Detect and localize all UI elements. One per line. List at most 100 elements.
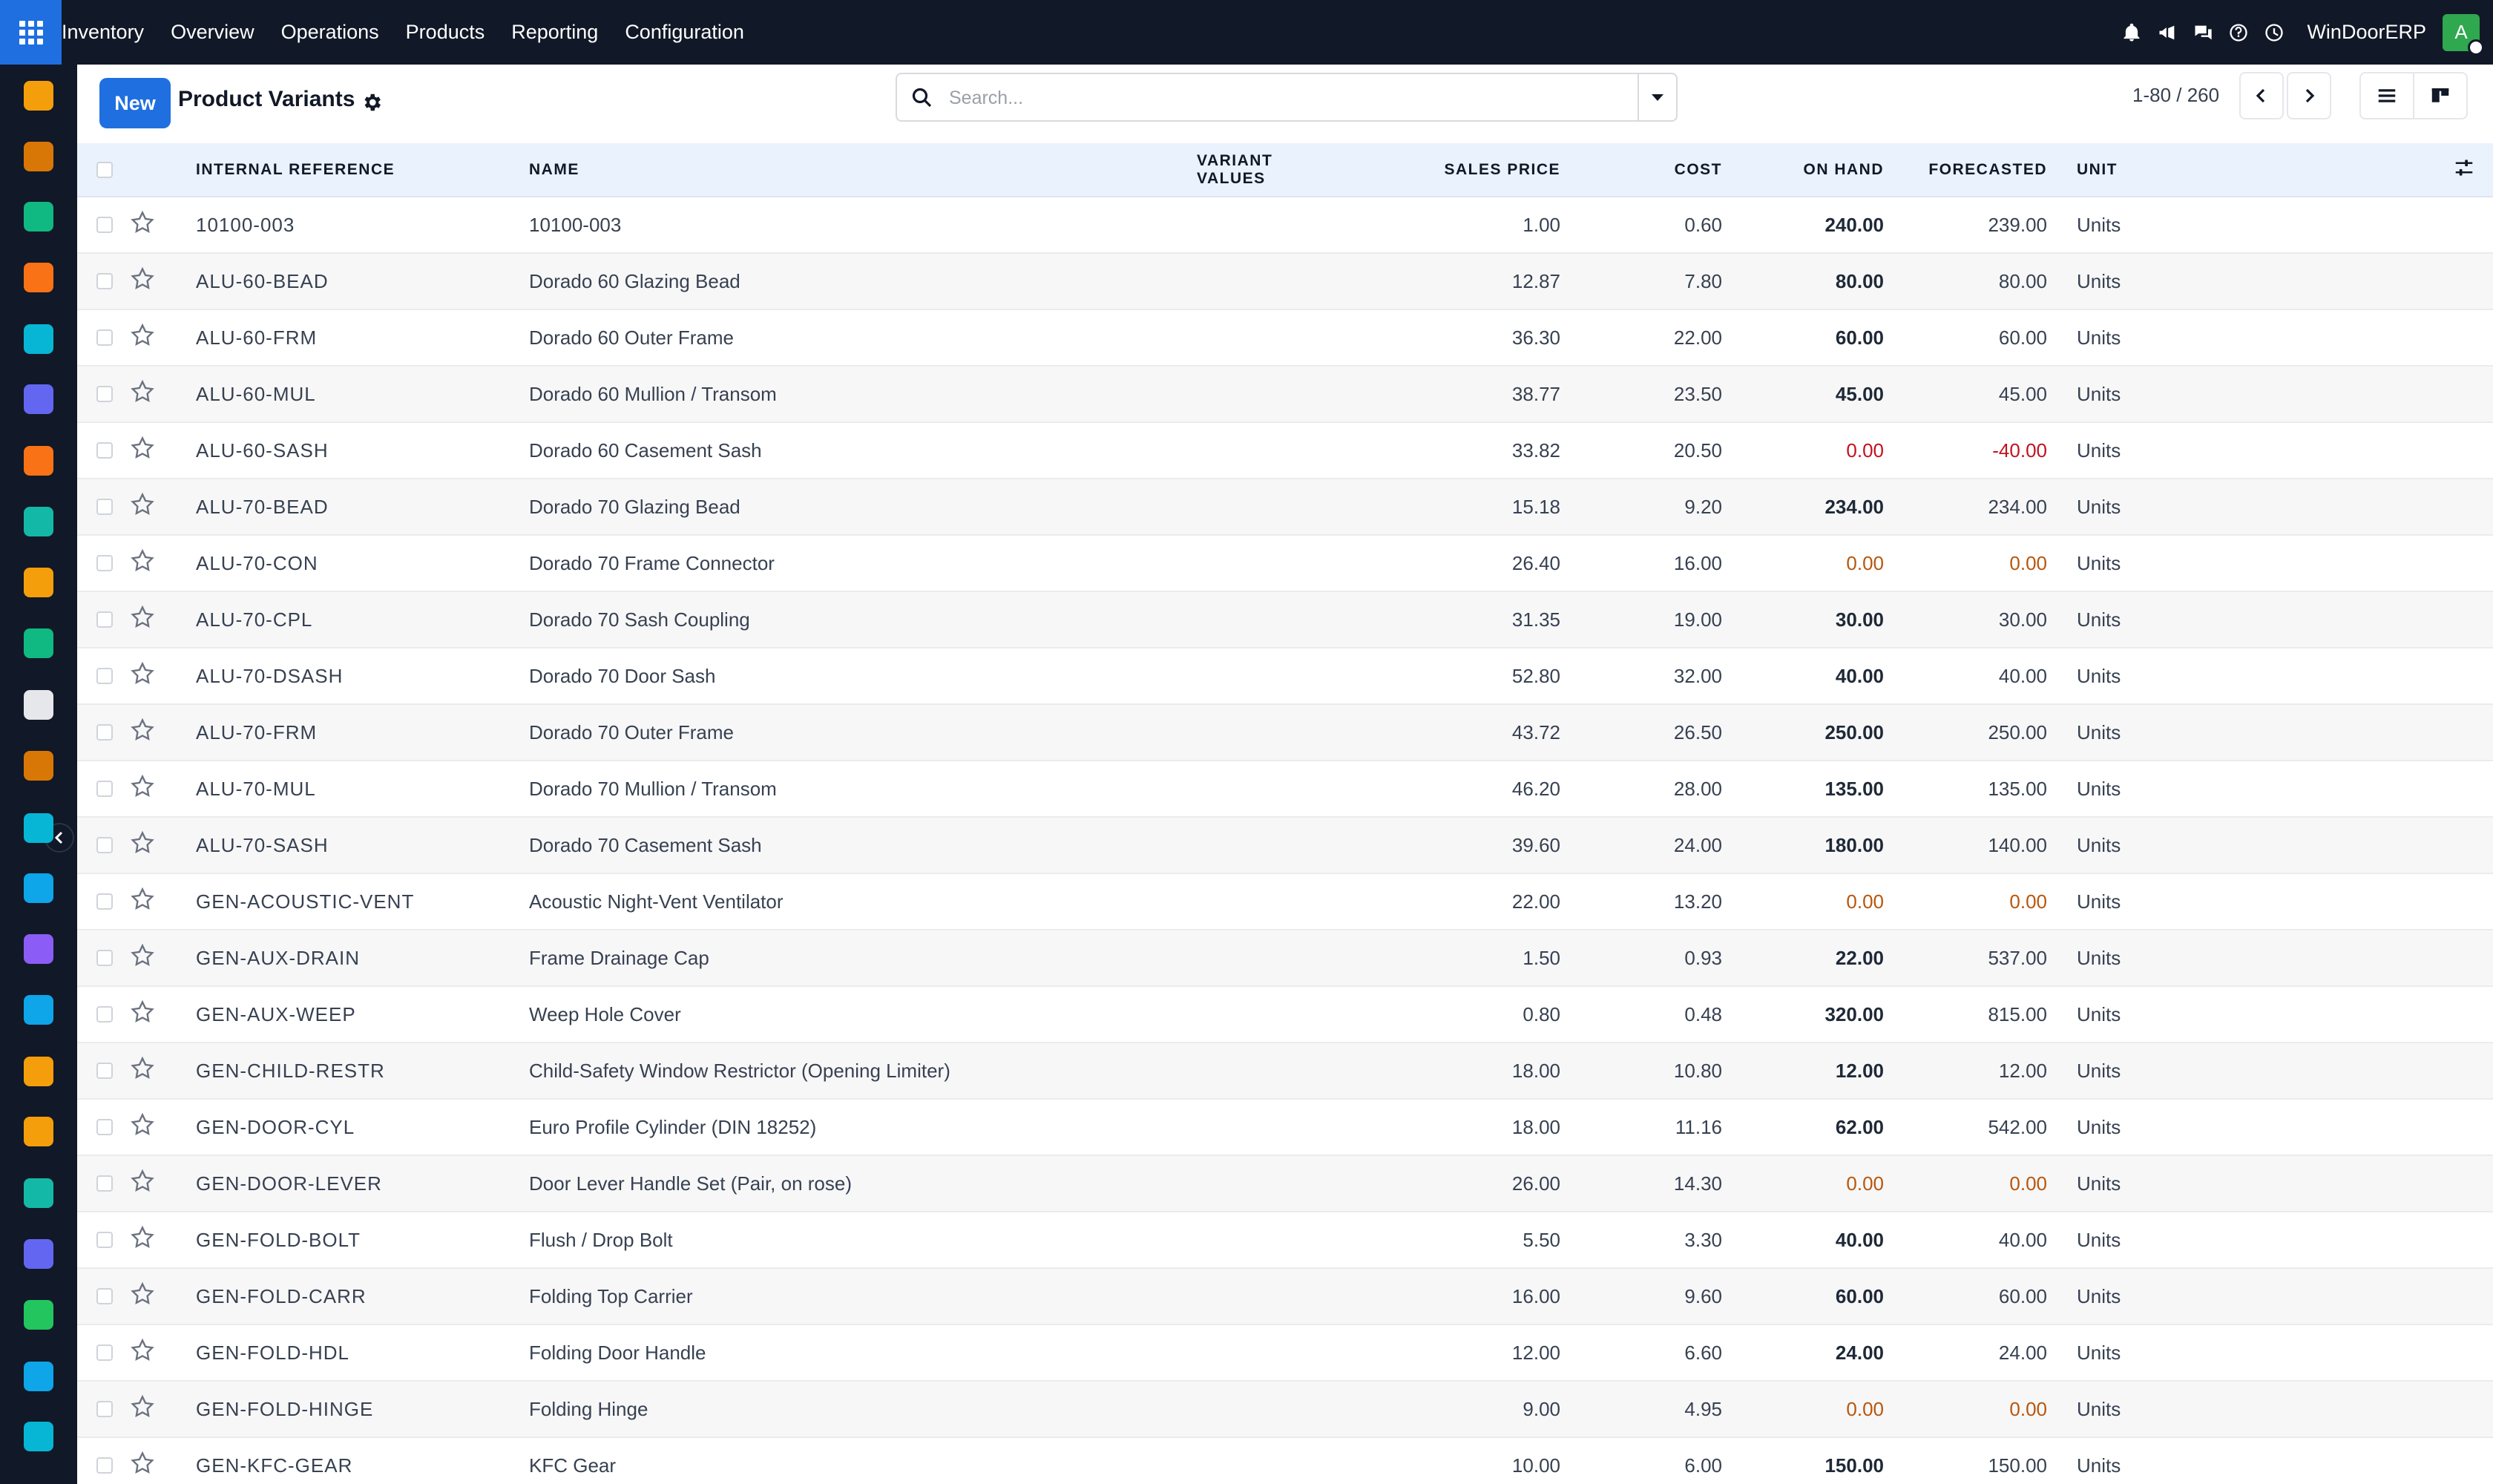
row-select-cell[interactable] [77,535,122,591]
star-icon[interactable] [129,605,156,635]
table-row[interactable]: ALU-60-BEAD Dorado 60 Glazing Bead 12.87 7.… [77,253,2493,309]
row-checkbox[interactable] [96,724,113,741]
row-select-cell[interactable] [77,1381,122,1437]
star-icon[interactable] [129,887,156,917]
contacts-icon[interactable] [24,202,53,232]
purchase-icon[interactable] [24,507,53,536]
row-select-cell[interactable] [77,1212,122,1268]
favorite-cell[interactable] [122,1324,188,1381]
column-internal-reference[interactable]: INTERNAL REFERENCE [188,143,522,197]
gear-icon[interactable] [361,91,383,114]
pager-value[interactable]: 1-80 / 260 [2132,84,2219,107]
table-row[interactable]: ALU-60-FRM Dorado 60 Outer Frame 36.30 22.0… [77,309,2493,366]
table-row[interactable]: 10100-003 10100-003 1.00 0.60 240.00 239.00 Un… [77,197,2493,253]
star-icon[interactable] [129,379,156,410]
apps-menu-button[interactable] [0,0,62,65]
row-checkbox[interactable] [96,1063,113,1079]
row-checkbox[interactable] [96,1119,113,1135]
discuss-icon[interactable] [24,263,53,292]
pager-next-button[interactable] [2287,72,2331,119]
table-row[interactable]: GEN-FOLD-CARR Folding Top Carrier 16.00 9.6… [77,1268,2493,1324]
star-icon[interactable] [129,548,156,579]
favorite-cell[interactable] [122,648,188,704]
table-row[interactable]: ALU-70-DSASH Dorado 70 Door Sash 52.80 32.0… [77,648,2493,704]
favorite-cell[interactable] [122,761,188,817]
favorite-cell[interactable] [122,591,188,648]
timer-icon[interactable] [24,1362,53,1391]
row-select-cell[interactable] [77,648,122,704]
row-checkbox[interactable] [96,273,113,289]
row-checkbox[interactable] [96,329,113,346]
favorite-cell[interactable] [122,704,188,761]
select-all-cell[interactable] [77,143,122,197]
help-icon[interactable] [2222,16,2255,49]
row-select-cell[interactable] [77,1155,122,1212]
favorite-cell[interactable] [122,817,188,873]
row-checkbox[interactable] [96,668,113,684]
knowledge-icon[interactable] [24,873,53,903]
favorite-cell[interactable] [122,1043,188,1099]
row-checkbox[interactable] [96,1345,113,1361]
row-select-cell[interactable] [77,1043,122,1099]
livechat-icon[interactable] [24,446,53,476]
sign-icon[interactable] [24,1178,53,1208]
column-unit[interactable]: UNIT [2054,143,2203,197]
table-row[interactable]: ALU-70-BEAD Dorado 70 Glazing Bead 15.18 9.… [77,479,2493,535]
search-options-toggle[interactable] [1638,74,1676,120]
row-checkbox[interactable] [96,950,113,966]
row-select-cell[interactable] [77,253,122,309]
star-icon[interactable] [129,492,156,522]
select-all-checkbox[interactable] [96,161,113,178]
star-icon[interactable] [129,1169,156,1199]
favorite-cell[interactable] [122,422,188,479]
row-checkbox[interactable] [96,386,113,402]
row-select-cell[interactable] [77,1268,122,1324]
pager-previous-button[interactable] [2239,72,2284,119]
star-icon[interactable] [129,1394,156,1425]
website-icon[interactable] [24,324,53,354]
row-select-cell[interactable] [77,1324,122,1381]
company-switcher[interactable]: WinDoorERP [2307,21,2426,44]
calendar-icon[interactable] [24,1117,53,1146]
table-row[interactable]: GEN-AUX-DRAIN Frame Drainage Cap 1.50 0.93 2… [77,930,2493,986]
star-icon[interactable] [129,210,156,240]
table-row[interactable]: GEN-ACOUSTIC-VENT Acoustic Night-Vent Ven… [77,873,2493,930]
kanban-view-button[interactable] [2413,72,2468,119]
favorite-cell[interactable] [122,535,188,591]
row-select-cell[interactable] [77,422,122,479]
row-select-cell[interactable] [77,986,122,1043]
favorite-cell[interactable] [122,253,188,309]
row-select-cell[interactable] [77,197,122,253]
new-button[interactable]: New [99,78,171,128]
favorite-cell[interactable] [122,930,188,986]
optional-columns-toggle[interactable] [2203,143,2493,197]
star-icon[interactable] [129,718,156,748]
row-select-cell[interactable] [77,817,122,873]
favorite-cell[interactable] [122,1437,188,1484]
row-checkbox[interactable] [96,555,113,571]
bell-icon[interactable] [2115,16,2148,49]
table-row[interactable]: ALU-70-SASH Dorado 70 Casement Sash 39.60 2… [77,817,2493,873]
menu-operations[interactable]: Operations [281,21,379,44]
favorite-cell[interactable] [122,1268,188,1324]
favorite-cell[interactable] [122,366,188,422]
table-row[interactable]: GEN-DOOR-LEVER Door Lever Handle Set (Pai… [77,1155,2493,1212]
inventory-box-icon[interactable] [24,690,53,720]
whatsapp-icon[interactable] [24,1300,53,1330]
table-row[interactable]: ALU-70-CPL Dorado 70 Sash Coupling 31.35 19… [77,591,2493,648]
row-checkbox[interactable] [96,442,113,459]
pos-icon[interactable] [24,142,53,171]
favorite-cell[interactable] [122,479,188,535]
favorite-cell[interactable] [122,1155,188,1212]
menu-overview[interactable]: Overview [171,21,254,44]
user-avatar[interactable]: A [2443,13,2484,56]
table-row[interactable]: GEN-KFC-GEAR KFC Gear 10.00 6.00 150.00 150.0… [77,1437,2493,1484]
row-checkbox[interactable] [96,1457,113,1474]
star-icon[interactable] [129,266,156,297]
table-row[interactable]: GEN-FOLD-BOLT Flush / Drop Bolt 5.50 3.30 40… [77,1212,2493,1268]
star-icon[interactable] [129,1451,156,1481]
star-icon[interactable] [129,436,156,466]
website-wave-icon[interactable] [24,1422,53,1451]
star-icon[interactable] [129,1281,156,1312]
email-marketing-icon[interactable] [24,384,53,414]
